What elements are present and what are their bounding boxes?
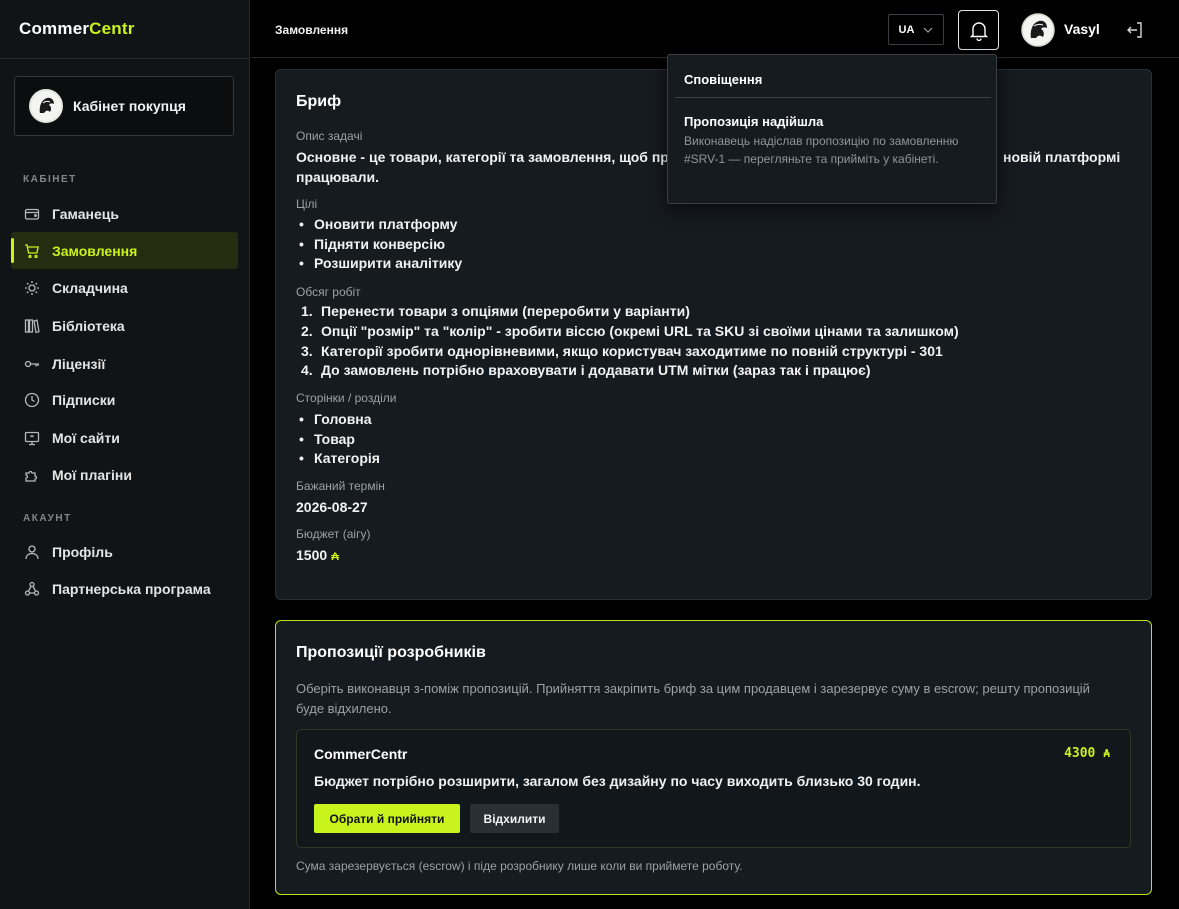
divider (675, 97, 991, 98)
sidebar-item-library[interactable]: Бібліотека (11, 307, 238, 344)
notifications-button[interactable] (958, 10, 999, 50)
notification-item-title[interactable]: Пропозиція надійшла (684, 114, 823, 129)
list-item: Категорія (296, 449, 380, 469)
reject-button[interactable]: Відхилити (470, 804, 559, 833)
offer-amount: 4300 ₳ (1064, 746, 1110, 761)
network-icon (24, 581, 40, 597)
wallet-icon (24, 206, 40, 222)
list-item: Підняти конверсію (296, 235, 462, 255)
chevron-down-icon (924, 27, 933, 33)
accept-button[interactable]: Обрати й прийняти (314, 804, 460, 833)
user-name[interactable]: Vasyl (1064, 21, 1100, 37)
sidebar-item-my-plugins[interactable]: Мої плагіни (11, 456, 238, 493)
task-label: Опис задачі (296, 129, 363, 143)
notifications-title: Сповіщення (684, 72, 763, 87)
list-item: Розширити аналітику (296, 254, 462, 274)
lion-avatar-icon (1021, 13, 1055, 47)
lion-logo-icon (32, 92, 60, 120)
list-item: Товар (296, 430, 380, 450)
list-item: 2. Опції "розмір" та "колір" - зробити ві… (301, 322, 959, 339)
deadline-value: 2026-08-27 (296, 499, 368, 515)
language-value: UA (898, 23, 915, 36)
scope-label: Обсяг робіт (296, 285, 361, 299)
page-title: Замовлення (275, 23, 349, 37)
logout-icon (1127, 22, 1142, 38)
sidebar-item-label: Партнерська програма (52, 580, 211, 597)
sidebar-item-licenses[interactable]: Ліцензії (11, 345, 238, 382)
goals-label: Цілі (296, 197, 318, 211)
sidebar-item-label: Складчина (52, 279, 128, 296)
budget-value: 1500 ₳ (296, 547, 340, 563)
avatar (29, 89, 63, 123)
sidebar-item-affiliate[interactable]: Партнерська програма (11, 570, 238, 607)
budget-label: Бюджет (аігу) (296, 527, 371, 541)
notification-item-body[interactable]: Виконавець надіслав пропозицію по замовл… (684, 133, 984, 168)
sidebar-item-label: Мої сайти (52, 429, 120, 446)
key-icon (24, 356, 40, 372)
proposals-card: Пропозиції розробників Оберіть виконавця… (275, 620, 1152, 895)
sidebar-item-label: Підписки (52, 391, 116, 408)
logout-button[interactable] (1124, 19, 1146, 41)
task-text-line1: Основне - це товари, категорії та замовл… (296, 149, 682, 165)
proposals-title: Пропозиції розробників (296, 644, 486, 661)
sidebar-item-my-sites[interactable]: Мої сайти (11, 419, 238, 456)
task-text-line1-end: новій платформі (1003, 149, 1121, 165)
language-select[interactable]: UA (888, 14, 944, 45)
sidebar-item-label: Замовлення (52, 242, 138, 259)
scope-list: 1. Перенести товари з опціями (переробити… (296, 302, 959, 381)
bell-icon (969, 22, 988, 41)
cabinet-switcher[interactable]: Кабінет покупця (14, 76, 234, 136)
sidebar-item-label: Ліцензії (52, 355, 106, 372)
offer-card: CommerCentr 4300 ₳ Бюджет потрібно розшир… (296, 729, 1131, 848)
cabinet-label: Кабінет покупця (73, 98, 186, 114)
sidebar-item-label: Мої плагіни (52, 466, 132, 483)
pages-list: Головна Товар Категорія (296, 410, 380, 469)
list-item: 1. Перенести товари з опціями (переробити… (301, 303, 690, 319)
app-logo[interactable]: CommerCentr (19, 19, 135, 39)
sidebar: CommerCentr Кабінет покупця КАБІНЕТ Гама… (0, 0, 250, 909)
task-text-line2: працювали. (296, 169, 379, 185)
currency-icon: ₳ (331, 551, 340, 563)
escrow-note: Сума зарезервується (escrow) і піде розр… (296, 859, 743, 873)
deadline-label: Бажаний термін (296, 479, 385, 493)
sidebar-item-label: Профіль (52, 543, 113, 560)
offer-message: Бюджет потрібно розширити, загалом без д… (314, 773, 921, 789)
sidebar-item-group-buy[interactable]: Складчина (11, 269, 238, 306)
list-item: Головна (296, 410, 380, 430)
puzzle-icon (24, 467, 40, 483)
section-title-cabinet: КАБІНЕТ (23, 174, 77, 185)
clock-icon (24, 392, 40, 408)
user-icon (24, 544, 40, 560)
sidebar-item-profile[interactable]: Профіль (11, 533, 238, 570)
top-bar: Замовлення UA Vasyl (251, 0, 1179, 58)
monitor-icon (24, 430, 40, 446)
brief-title: Бриф (296, 93, 342, 110)
goals-list: Оновити платформу Підняти конверсію Розш… (296, 215, 462, 274)
cart-icon (24, 243, 40, 259)
proposals-intro: Оберіть виконавця з-поміж пропозицій. Пр… (296, 681, 1090, 716)
sidebar-item-wallet[interactable]: Гаманець (11, 195, 238, 232)
section-title-account: АКАУНТ (23, 513, 72, 524)
user-avatar[interactable] (1021, 13, 1055, 47)
library-icon (24, 318, 40, 334)
list-item: 3. Категорії зробити однорівневими, якщо … (301, 342, 943, 359)
sun-icon (24, 280, 40, 296)
divider (0, 58, 250, 59)
currency-icon: ₳ (1103, 747, 1110, 760)
sidebar-item-subscriptions[interactable]: Підписки (11, 381, 238, 418)
list-item: Оновити платформу (296, 215, 462, 235)
sidebar-item-orders[interactable]: Замовлення (11, 232, 238, 269)
list-item: 4. До замовлень потрібно враховувати і до… (301, 362, 871, 379)
sidebar-item-label: Бібліотека (52, 317, 125, 334)
offer-developer: CommerCentr (314, 746, 408, 762)
pages-label: Сторінки / розділи (296, 391, 397, 405)
notifications-dropdown: Сповіщення Пропозиція надійшла Виконавец… (667, 54, 997, 204)
sidebar-item-label: Гаманець (52, 205, 119, 222)
